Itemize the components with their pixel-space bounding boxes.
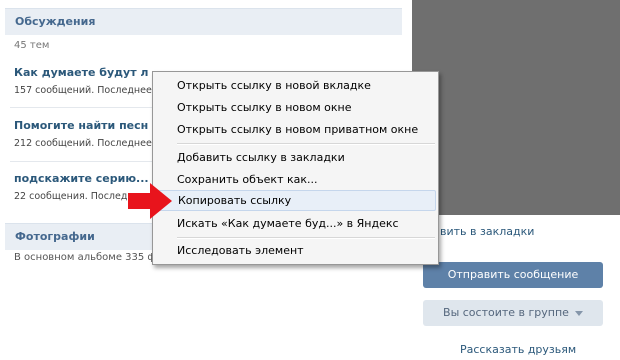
menu-item-search-yandex[interactable]: Искать «Как думаете буд...» в Яндекс <box>155 213 436 234</box>
photos-title[interactable]: Фотографии <box>15 230 95 243</box>
context-menu: Открыть ссылку в новой вкладке Открыть с… <box>152 71 439 265</box>
discussions-header[interactable]: Обсуждения <box>5 8 402 35</box>
red-arrow-shape <box>128 183 172 219</box>
menu-item-save-as[interactable]: Сохранить объект как... <box>155 169 436 190</box>
group-photo[interactable] <box>412 0 620 215</box>
menu-item-inspect-element[interactable]: Исследовать элемент <box>155 240 436 261</box>
discussions-title[interactable]: Обсуждения <box>15 15 95 28</box>
dropdown-caret-icon <box>574 310 583 316</box>
menu-separator <box>177 237 435 239</box>
menu-item-copy-link[interactable]: Копировать ссылку <box>155 190 436 211</box>
menu-item-open-new-tab[interactable]: Открыть ссылку в новой вкладке <box>155 75 436 96</box>
topic-title-2[interactable]: Помогите найти песн <box>14 119 148 132</box>
photos-album-count: В основном альбоме 335 ф <box>14 252 156 263</box>
membership-dropdown-button[interactable]: Вы состоите в группе <box>423 300 603 326</box>
tell-friends-link[interactable]: Рассказать друзьям <box>460 343 576 356</box>
send-message-button[interactable]: Отправить сообщение <box>423 262 603 288</box>
topic-meta-2: 212 сообщений. Последнее <box>14 138 152 149</box>
red-arrow-icon <box>128 183 172 219</box>
menu-item-open-new-window[interactable]: Открыть ссылку в новом окне <box>155 97 436 118</box>
menu-item-bookmark-link[interactable]: Добавить ссылку в закладки <box>155 147 436 168</box>
membership-label: Вы состоите в группе <box>443 306 569 319</box>
menu-separator <box>177 143 435 145</box>
topic-meta-1: 157 сообщений. Последнее <box>14 85 152 96</box>
add-to-bookmarks-link[interactable]: вить в закладки <box>440 225 534 238</box>
discussions-count: 45 тем <box>14 40 50 51</box>
topic-meta-3: 22 сообщения. Последнее <box>14 191 146 202</box>
menu-item-open-private-window[interactable]: Открыть ссылку в новом приватном окне <box>155 119 436 140</box>
topic-title-1[interactable]: Как думаете будут л <box>14 66 148 79</box>
